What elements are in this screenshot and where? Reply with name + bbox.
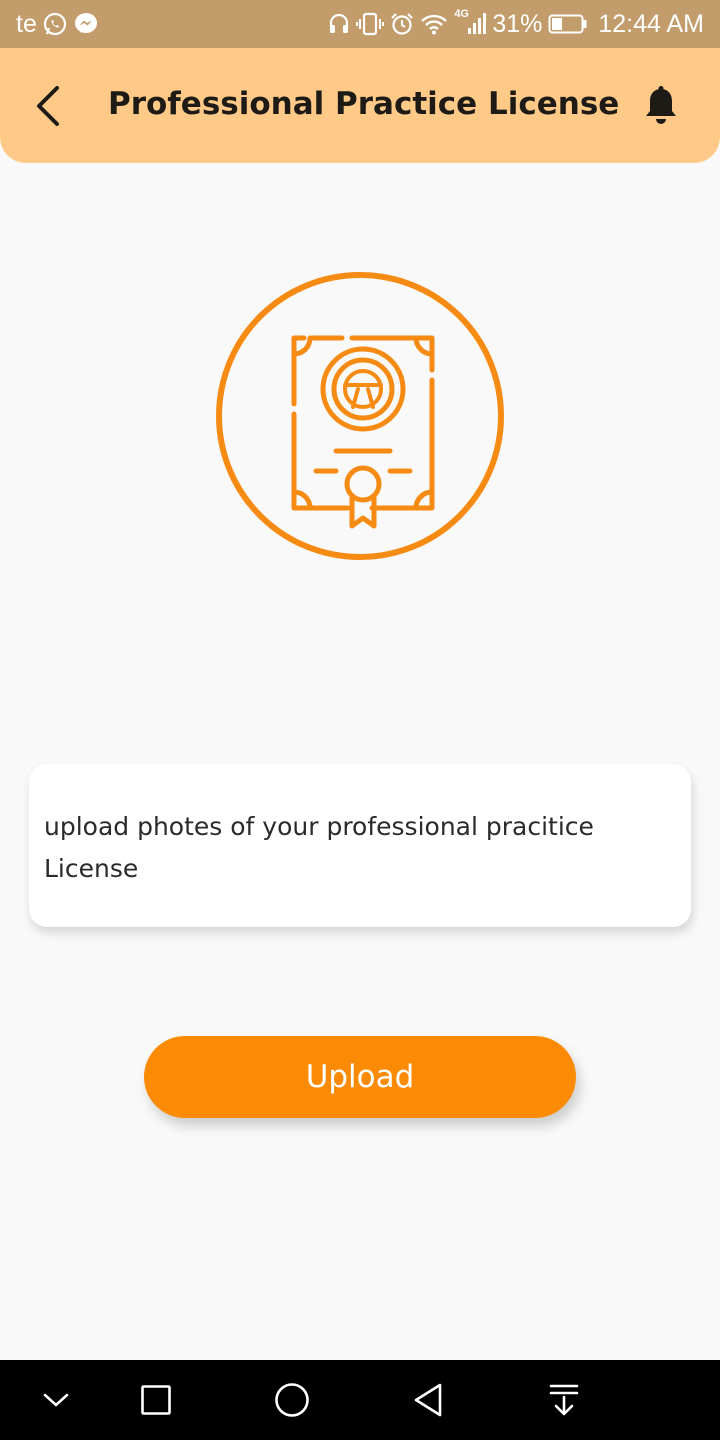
- back-button[interactable]: [24, 78, 72, 134]
- chevron-down-icon: [43, 1393, 69, 1407]
- notification-pull-icon: [549, 1384, 579, 1416]
- instruction-text: upload photes of your professional praci…: [44, 812, 594, 883]
- page-title: Professional Practice License: [108, 86, 620, 122]
- battery-icon: [548, 13, 588, 35]
- carrier-label: te: [16, 9, 37, 38]
- bell-icon: [646, 86, 676, 124]
- notification-button[interactable]: [636, 78, 686, 134]
- nav-collapse-button[interactable]: [16, 1360, 96, 1440]
- back-triangle-icon: [414, 1383, 442, 1417]
- status-bar-right: 4G 31% 12:44 AM: [328, 0, 704, 48]
- recents-square-icon: [141, 1385, 171, 1415]
- license-certificate-illustration: [212, 268, 508, 564]
- nav-home-button[interactable]: [252, 1360, 332, 1440]
- signal-icon: 4G: [454, 8, 487, 36]
- clock: 12:44 AM: [598, 9, 704, 38]
- vibrate-icon: [356, 12, 385, 36]
- whatsapp-icon: [42, 11, 68, 37]
- network-type-label: 4G: [454, 8, 469, 20]
- headset-icon: [328, 12, 350, 36]
- system-nav-bar: [0, 1360, 720, 1440]
- app-bar: Professional Practice License: [0, 48, 720, 163]
- status-bar-left: te: [16, 0, 99, 48]
- messenger-icon: [73, 11, 99, 37]
- status-bar: te 4G 31% 12:44 AM: [0, 0, 720, 48]
- wifi-icon: [420, 13, 448, 35]
- alarm-icon: [390, 12, 414, 36]
- info-card: upload photes of your professional praci…: [29, 764, 691, 927]
- nav-back-button[interactable]: [388, 1360, 468, 1440]
- chevron-left-icon: [37, 86, 59, 126]
- upload-button[interactable]: Upload: [144, 1036, 576, 1118]
- nav-recents-button[interactable]: [116, 1360, 196, 1440]
- license-certificate-icon: [216, 272, 504, 560]
- nav-notifications-button[interactable]: [524, 1360, 604, 1440]
- battery-percent: 31%: [492, 9, 543, 38]
- home-circle-icon: [275, 1383, 309, 1417]
